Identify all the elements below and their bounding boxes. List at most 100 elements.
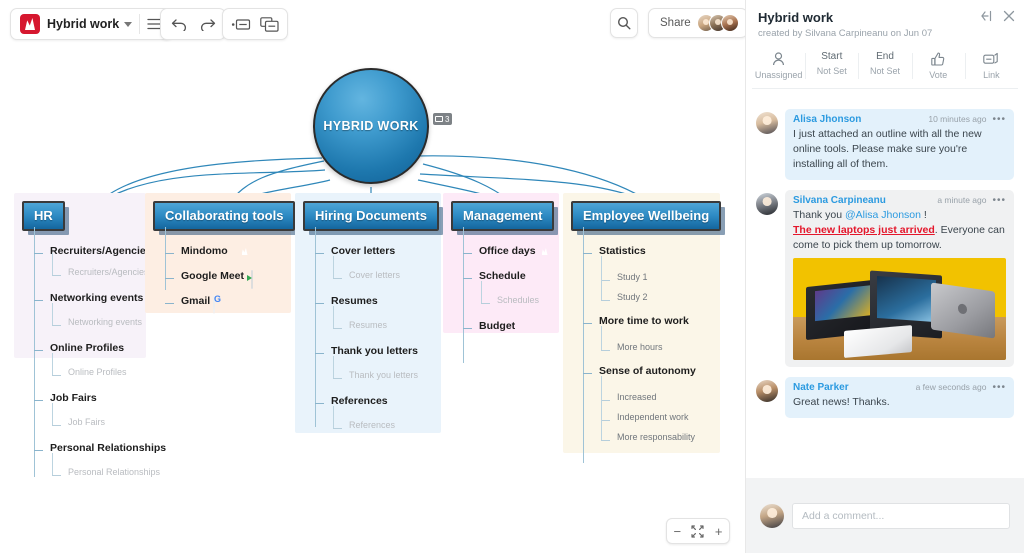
- comment-author[interactable]: Nate Parker: [793, 382, 849, 393]
- item-label[interactable]: Schedules: [497, 295, 539, 305]
- more-options-icon[interactable]: •••: [992, 195, 1006, 205]
- more-options-icon[interactable]: •••: [992, 115, 1006, 125]
- close-icon[interactable]: [1003, 9, 1015, 27]
- list-item[interactable]: Google Meet: [165, 268, 253, 289]
- copy-slides-icon[interactable]: [255, 11, 283, 37]
- presentation-slide-icon[interactable]: [227, 11, 255, 37]
- comment-author[interactable]: Silvana Carpineanu: [793, 195, 886, 206]
- item-tick: [52, 275, 61, 276]
- start-date-value: Not Set: [816, 66, 847, 76]
- root-comment-badge[interactable]: 3: [433, 113, 453, 125]
- item-label[interactable]: Networking events: [68, 317, 142, 327]
- item-tick: [52, 475, 61, 476]
- comment-highlight: The new laptops just arrived: [793, 223, 935, 236]
- user-mention[interactable]: @Alisa Jhonson: [845, 209, 921, 221]
- item-label[interactable]: Office days: [479, 245, 536, 257]
- comment-input[interactable]: [792, 502, 1010, 529]
- item-label[interactable]: Thank you letters: [349, 370, 418, 380]
- item-tick: [601, 400, 610, 401]
- item-label[interactable]: Study 1: [617, 272, 648, 282]
- more-options-icon[interactable]: •••: [992, 383, 1006, 393]
- item-label[interactable]: Personal Relationships: [50, 442, 166, 454]
- comment-author[interactable]: Alisa Jhonson: [793, 114, 861, 125]
- item-label[interactable]: Recruiters/Agencies: [68, 267, 149, 277]
- comment-text-part1: Thank you: [793, 208, 845, 221]
- item-label[interactable]: Online Profiles: [50, 342, 124, 354]
- item-label[interactable]: Resumes: [331, 295, 378, 307]
- item-tick: [315, 253, 324, 254]
- google-meet-icon[interactable]: [251, 270, 253, 289]
- comment-item: Alisa Jhonson 10 minutes ago ••• I just …: [756, 109, 1014, 180]
- item-label[interactable]: More responsability: [617, 432, 695, 442]
- mindmap-area[interactable]: HYBRID WORK 3 HR Recruiters/Agencies Rec…: [0, 48, 745, 503]
- mindomo-logo-icon[interactable]: [20, 14, 40, 34]
- item-label[interactable]: Networking events: [50, 292, 143, 304]
- item-label[interactable]: Thank you letters: [331, 345, 418, 357]
- topic-collaborating-tools[interactable]: Collaborating tools: [153, 201, 296, 231]
- avatar: [760, 503, 784, 528]
- item-label[interactable]: Recruiters/Agencies: [50, 245, 152, 257]
- zoom-out-button[interactable]: −: [667, 521, 687, 541]
- item-tick: [333, 278, 342, 279]
- start-date-property[interactable]: Start Not Set: [805, 49, 858, 80]
- collapse-panel-icon[interactable]: [980, 9, 993, 27]
- item-label[interactable]: Gmail: [181, 295, 210, 307]
- share-button[interactable]: Share: [648, 8, 745, 38]
- document-title[interactable]: Hybrid work: [47, 17, 119, 31]
- comment-timestamp: 10 minutes ago: [928, 114, 987, 124]
- end-date-property[interactable]: End Not Set: [858, 49, 911, 80]
- list-item[interactable]: Gmail: [165, 293, 215, 314]
- topic-hr[interactable]: HR: [22, 201, 65, 231]
- item-label[interactable]: Online Profiles: [68, 367, 127, 377]
- item-label[interactable]: Independent work: [617, 412, 689, 422]
- chevron-down-icon[interactable]: [124, 21, 133, 27]
- sub-spine: [481, 281, 482, 303]
- item-label[interactable]: Personal Relationships: [68, 467, 160, 477]
- comment-header: Silvana Carpineanu a minute ago •••: [793, 195, 1006, 206]
- item-label[interactable]: Cover letters: [331, 245, 395, 257]
- item-tick: [463, 278, 472, 279]
- branch-panel-hr: HR Recruiters/Agencies Recruiters/Agenci…: [14, 193, 166, 477]
- link-property[interactable]: Link: [964, 49, 1018, 80]
- search-button[interactable]: [610, 8, 638, 38]
- item-label[interactable]: Mindomo: [181, 245, 228, 257]
- item-label[interactable]: More time to work: [599, 315, 689, 327]
- sub-spine: [333, 256, 334, 278]
- gmail-icon[interactable]: [213, 295, 215, 314]
- comment-body: I just attached an outline with all the …: [793, 128, 982, 171]
- branch-spine: [463, 227, 464, 363]
- assignee-property[interactable]: Unassigned: [752, 49, 805, 80]
- item-label[interactable]: References: [331, 395, 388, 407]
- item-label[interactable]: Study 2: [617, 292, 648, 302]
- item-label[interactable]: Sense of autonomy: [599, 365, 696, 377]
- fit-to-screen-icon[interactable]: [688, 521, 708, 541]
- item-label[interactable]: References: [349, 420, 395, 430]
- zoom-in-button[interactable]: +: [709, 521, 729, 541]
- item-label[interactable]: Increased: [617, 392, 657, 402]
- item-label[interactable]: Resumes: [349, 320, 387, 330]
- item-label[interactable]: Cover letters: [349, 270, 400, 280]
- vote-property[interactable]: Vote: [911, 49, 965, 80]
- item-label[interactable]: Budget: [479, 320, 515, 332]
- topic-employee-wellbeing[interactable]: Employee Wellbeing: [571, 201, 722, 231]
- sub-spine: [601, 418, 602, 440]
- item-tick: [463, 328, 472, 329]
- topic-hiring-documents[interactable]: Hiring Documents: [303, 201, 439, 231]
- redo-arrow-icon[interactable]: [193, 11, 221, 37]
- comment-bubble-icon: [435, 116, 443, 122]
- mindmap-canvas[interactable]: Hybrid work Share HYBRID WORK 3 HR Recru…: [0, 0, 745, 553]
- item-label[interactable]: More hours: [617, 342, 663, 352]
- undo-arrow-icon[interactable]: [165, 11, 193, 37]
- start-date-title: Start: [821, 51, 843, 62]
- attached-image[interactable]: [793, 258, 1006, 361]
- item-label[interactable]: Google Meet: [181, 270, 244, 282]
- item-label[interactable]: Schedule: [479, 270, 526, 282]
- comment-feed[interactable]: Alisa Jhonson 10 minutes ago ••• I just …: [746, 101, 1024, 478]
- sub-spine: [601, 376, 602, 400]
- root-topic-node[interactable]: HYBRID WORK: [313, 68, 429, 184]
- item-label[interactable]: Job Fairs: [68, 417, 105, 427]
- item-label[interactable]: Job Fairs: [50, 392, 97, 404]
- item-label[interactable]: Statistics: [599, 245, 646, 257]
- topic-management[interactable]: Management: [451, 201, 555, 231]
- avatar: [756, 380, 778, 403]
